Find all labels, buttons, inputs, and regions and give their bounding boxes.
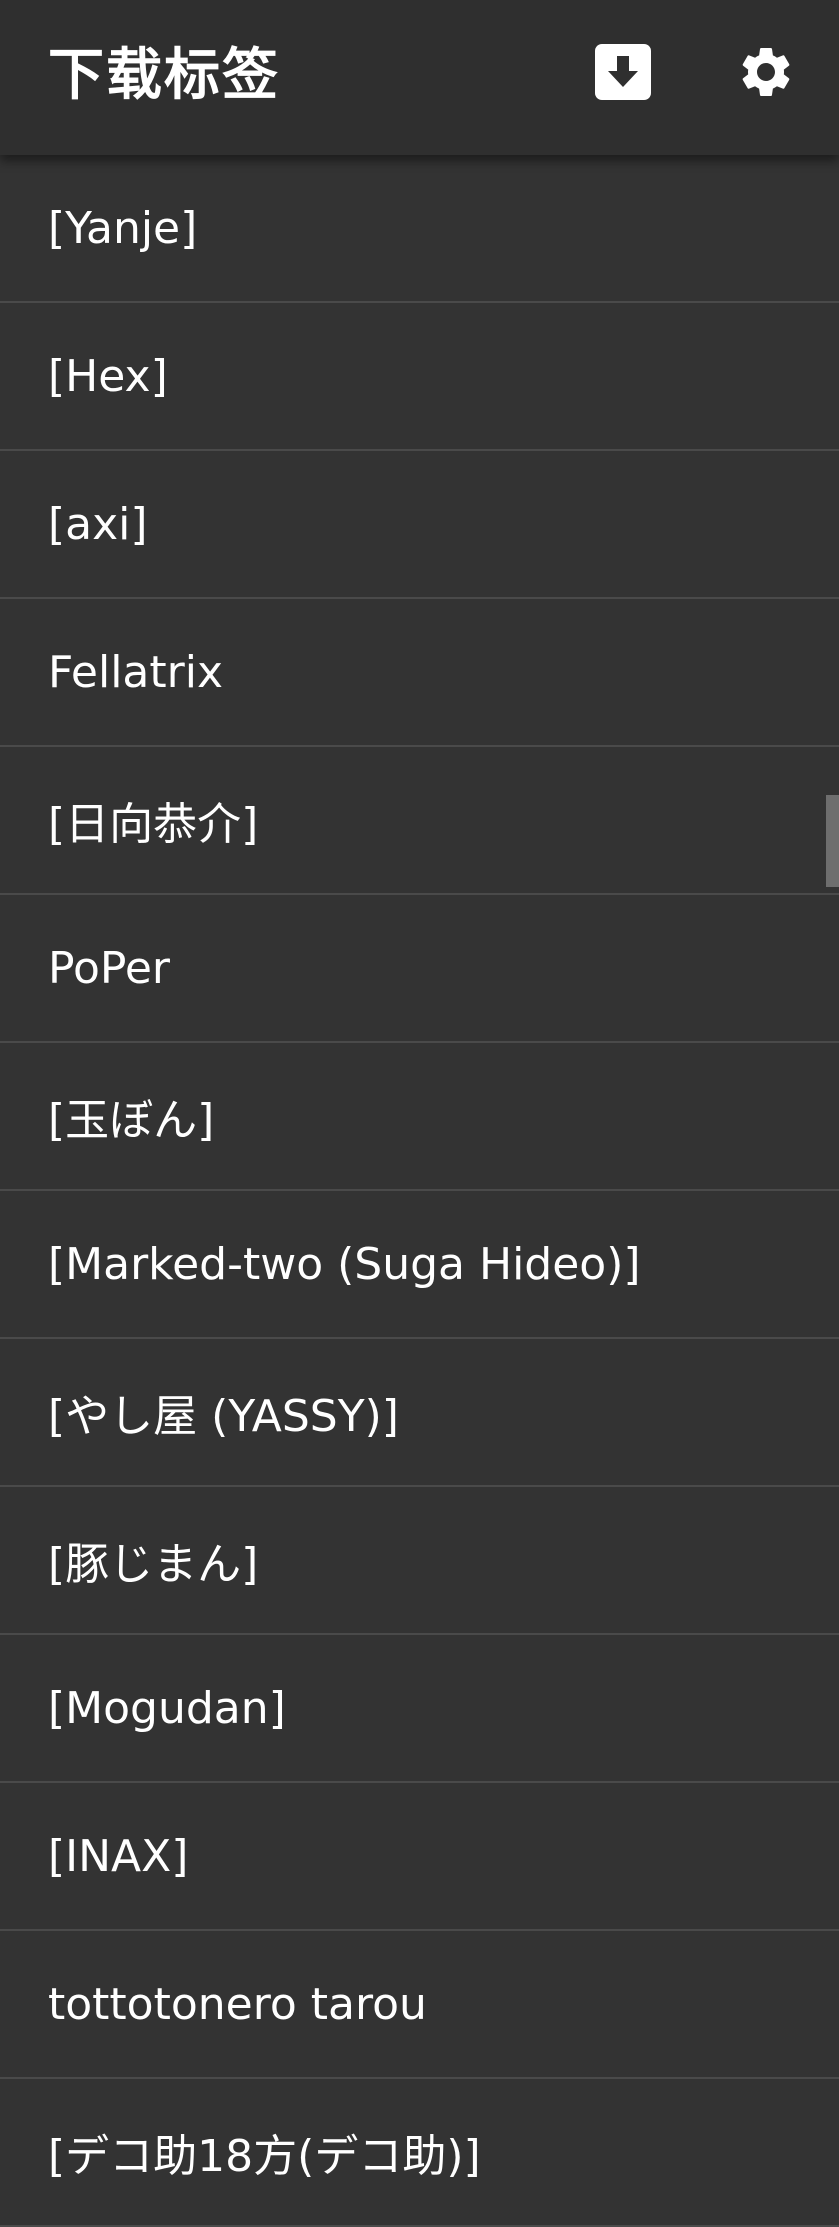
list-item[interactable]: PoPer (0, 895, 839, 1043)
app-bar: 下载标签 (0, 0, 839, 155)
list-item-label: [デコ助18方(デコ助)] (48, 2131, 481, 2182)
list-item[interactable]: [Yanje] (0, 155, 839, 303)
tag-list: [Yanje] [Hex] [axi] Fellatrix [日向恭介] PoP… (0, 155, 839, 2227)
list-item-label: [Hex] (48, 350, 168, 402)
list-item-label: [axi] (48, 498, 148, 550)
scrollbar-thumb[interactable] (826, 795, 839, 887)
list-item-label: [Mogudan] (48, 1682, 286, 1734)
download-button[interactable] (591, 40, 655, 104)
gear-icon (742, 47, 790, 96)
list-item[interactable]: [Mogudan] (0, 1635, 839, 1783)
list-item[interactable]: [axi] (0, 451, 839, 599)
list-item-label: [Marked-two (Suga Hideo)] (48, 1238, 641, 1290)
list-item[interactable]: [デコ助18方(デコ助)] (0, 2079, 839, 2227)
list-item[interactable]: tottotonero tarou (0, 1931, 839, 2079)
list-item[interactable]: [玉ぼん] (0, 1043, 839, 1191)
list-item-label: Fellatrix (48, 646, 223, 698)
list-item-label: PoPer (48, 942, 171, 994)
settings-button[interactable] (734, 40, 798, 104)
list-item-label: [玉ぼん] (48, 1095, 215, 1146)
list-item-label: tottotonero tarou (48, 1978, 427, 2030)
list-item[interactable]: [日向恭介] (0, 747, 839, 895)
list-item-label: [日向恭介] (48, 799, 259, 850)
list-item-label: [Yanje] (48, 202, 198, 254)
list-item-label: [やし屋 (YASSY)] (48, 1391, 399, 1442)
download-icon (595, 44, 651, 100)
list-item-label: [INAX] (48, 1830, 189, 1882)
list-item[interactable]: Fellatrix (0, 599, 839, 747)
list-item[interactable]: [INAX] (0, 1783, 839, 1931)
list-item-label: [豚じまん] (48, 1539, 259, 1590)
list-item[interactable]: [Hex] (0, 303, 839, 451)
page-title: 下载标签 (48, 43, 280, 108)
list-item[interactable]: [やし屋 (YASSY)] (0, 1339, 839, 1487)
list-item[interactable]: [Marked-two (Suga Hideo)] (0, 1191, 839, 1339)
list-item[interactable]: [豚じまん] (0, 1487, 839, 1635)
